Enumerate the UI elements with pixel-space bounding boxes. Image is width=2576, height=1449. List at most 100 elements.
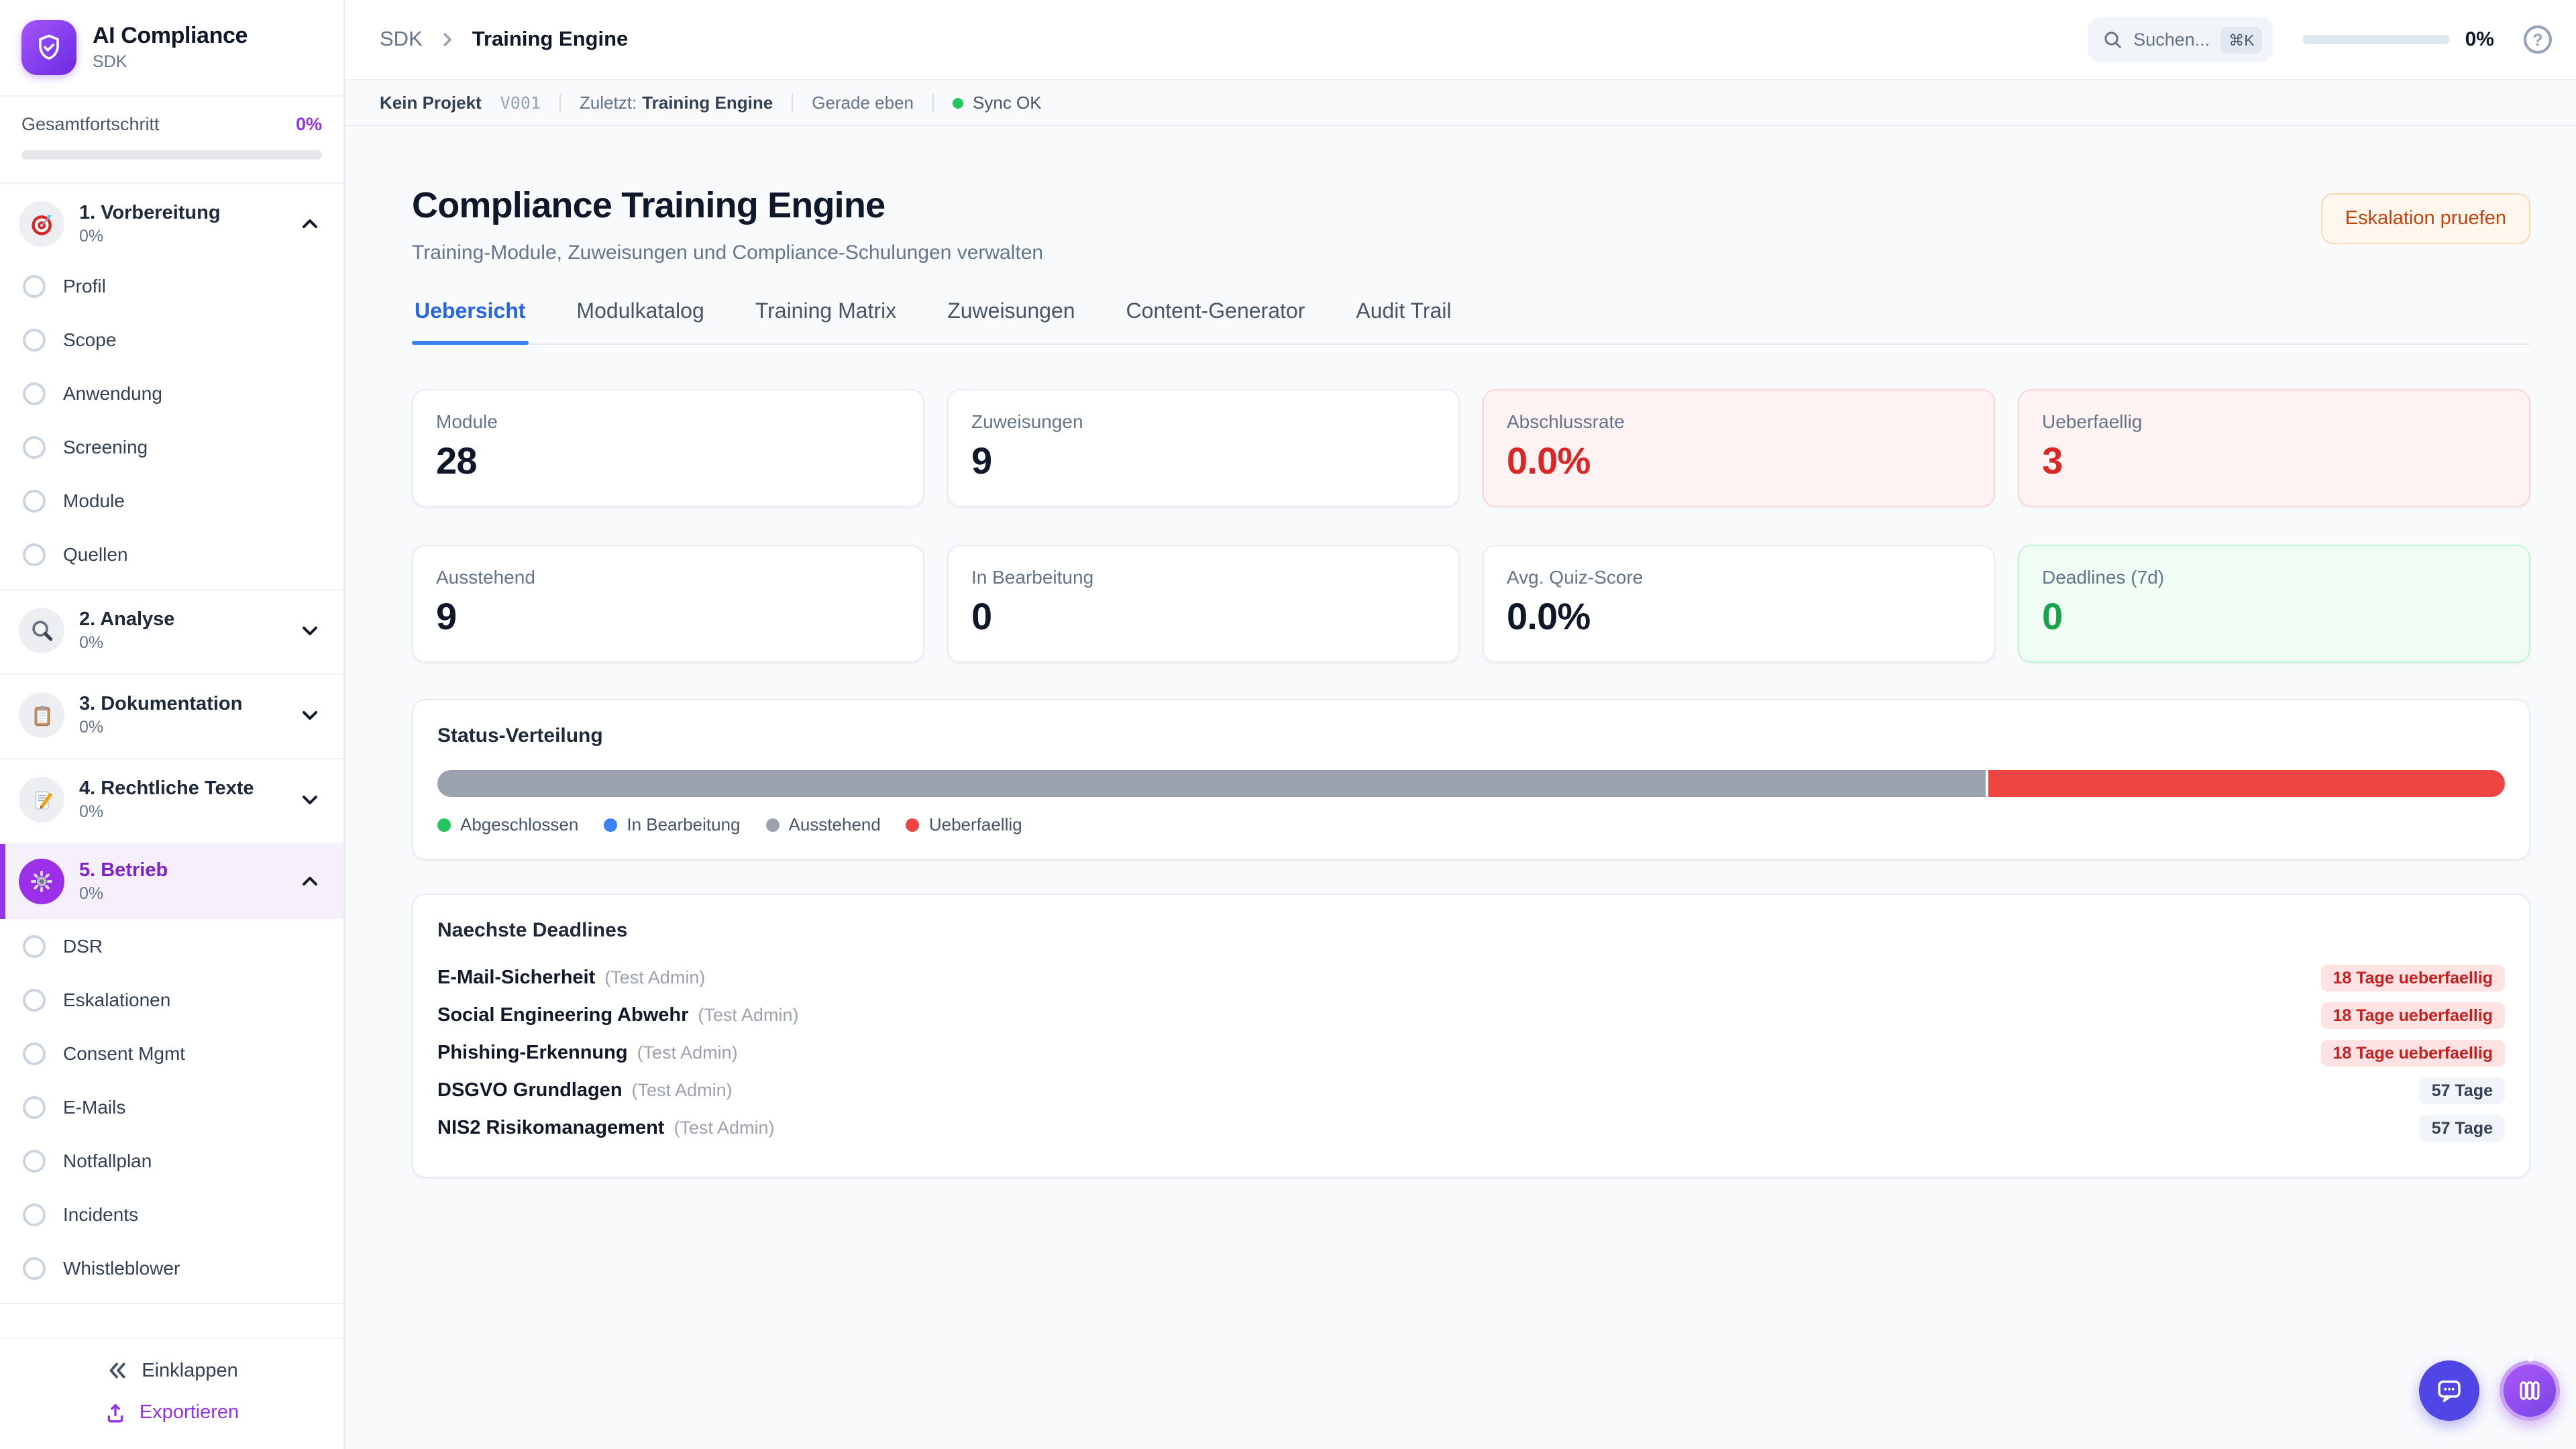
chat-fab-button[interactable] xyxy=(2419,1360,2479,1421)
nav-section-vorbereitung: 1. Vorbereitung 0% Profil Scope xyxy=(0,184,343,590)
overall-progress: Gesamtfortschritt 0% xyxy=(0,97,343,184)
last-label: Zuletzt: xyxy=(580,93,637,113)
section-header-dokumentation[interactable]: 3. Dokumentation 0% xyxy=(0,680,343,750)
stat-label: Ueberfaellig xyxy=(2042,411,2506,432)
project-status-bar: Kein Projekt V001 Zuletzt: Training Engi… xyxy=(345,80,2576,126)
stat-card: Ausstehend 9 xyxy=(412,545,924,663)
legend-dot-icon xyxy=(604,818,617,831)
tab-label: Content-Generator xyxy=(1126,301,1305,323)
section-percent: 0% xyxy=(79,634,174,653)
section-label: 2. Analyse xyxy=(79,608,174,631)
tab[interactable]: Modulkatalog xyxy=(574,301,706,343)
deadline-row[interactable]: Social Engineering Abwehr (Test Admin) 1… xyxy=(437,997,2505,1034)
deadline-row[interactable]: Phishing-Erkennung (Test Admin) 18 Tage … xyxy=(437,1034,2505,1072)
deadline-row[interactable]: E-Mail-Sicherheit (Test Admin) 18 Tage u… xyxy=(437,959,2505,997)
stat-value: 0 xyxy=(2042,596,2506,639)
sidebar-item-label: Quellen xyxy=(63,543,128,565)
distribution-title: Status-Verteilung xyxy=(437,724,2505,747)
status-circle-icon xyxy=(23,1203,46,1226)
kanban-fab-button[interactable] xyxy=(2500,1360,2560,1421)
deadline-badge: 18 Tage ueberfaellig xyxy=(2320,1002,2505,1029)
sidebar-item[interactable]: Quellen xyxy=(0,527,343,581)
sidebar-item[interactable]: DSR xyxy=(0,919,343,973)
project-name: Kein Projekt xyxy=(380,93,482,113)
section-percent: 0% xyxy=(79,227,221,246)
sidebar-item[interactable]: Whistleblower xyxy=(0,1241,343,1295)
stat-value: 0 xyxy=(971,596,1436,639)
status-circle-icon xyxy=(23,435,46,458)
deadlines-list: E-Mail-Sicherheit (Test Admin) 18 Tage u… xyxy=(437,959,2505,1147)
double-chevron-left-icon xyxy=(105,1359,128,1382)
deadline-assignee: (Test Admin) xyxy=(604,967,705,987)
deadline-module-name: Social Engineering Abwehr xyxy=(437,1005,688,1026)
section-label: 3. Dokumentation xyxy=(79,693,242,715)
sidebar: AI Compliance SDK Gesamtfortschritt 0% xyxy=(0,0,345,1449)
sidebar-item[interactable]: Screening xyxy=(0,420,343,474)
nav-section-dokumentation: 3. Dokumentation 0% xyxy=(0,675,343,759)
legend-label: In Bearbeitung xyxy=(627,814,740,835)
stat-label: Module xyxy=(436,411,900,432)
tab[interactable]: Uebersicht xyxy=(412,301,528,343)
sidebar-item[interactable]: Consent Mgmt xyxy=(0,1026,343,1080)
legend-item: Abgeschlossen xyxy=(437,814,578,835)
section-header-analyse[interactable]: 2. Analyse 0% xyxy=(0,596,343,665)
breadcrumb-current: Training Engine xyxy=(472,28,629,52)
sidebar-item[interactable]: Module xyxy=(0,474,343,527)
sidebar-item[interactable]: Profil xyxy=(0,259,343,313)
distribution-segment xyxy=(1989,770,2506,797)
collapse-sidebar-button[interactable]: Einklappen xyxy=(97,1358,246,1383)
sidebar-item[interactable]: Eskalationen xyxy=(0,973,343,1026)
legend-dot-icon xyxy=(437,818,451,831)
deadlines-title: Naechste Deadlines xyxy=(437,919,2505,942)
sidebar-item[interactable]: Anwendung xyxy=(0,366,343,420)
sidebar-item[interactable]: E-Mails xyxy=(0,1080,343,1134)
tab-label: Audit Trail xyxy=(1356,301,1451,323)
legend-item: In Bearbeitung xyxy=(604,814,740,835)
sidebar-item[interactable]: Scope xyxy=(0,313,343,366)
section-percent: 0% xyxy=(79,803,254,822)
sidebar-item[interactable]: Incidents xyxy=(0,1187,343,1241)
check-escalation-button[interactable]: Eskalation pruefen xyxy=(2321,193,2530,244)
deadline-module-name: NIS2 Risikomanagement xyxy=(437,1118,664,1139)
sidebar-item-label: Whistleblower xyxy=(63,1257,180,1279)
updated-time: Gerade eben xyxy=(812,93,914,113)
search-input[interactable]: Suchen... ⌘K xyxy=(2088,17,2273,62)
tab[interactable]: Content-Generator xyxy=(1124,301,1308,343)
stat-value: 9 xyxy=(436,596,900,639)
section-header-vorbereitung[interactable]: 1. Vorbereitung 0% xyxy=(0,189,343,259)
section-percent: 0% xyxy=(79,718,242,737)
stat-label: Abschlussrate xyxy=(1507,411,1971,432)
distribution-segment xyxy=(437,770,1986,797)
distribution-legend: Abgeschlossen In Bearbeitung Ausstehend xyxy=(437,814,2505,835)
stat-value: 0.0% xyxy=(1507,440,1971,483)
section-header-betrieb[interactable]: 5. Betrieb 0% xyxy=(0,844,343,919)
tab[interactable]: Zuweisungen xyxy=(945,301,1077,343)
deadline-row[interactable]: DSGVO Grundlagen (Test Admin) 57 Tage xyxy=(437,1072,2505,1110)
tab-label: Training Matrix xyxy=(755,301,896,323)
stat-label: Zuweisungen xyxy=(971,411,1436,432)
stat-card: Abschlussrate 0.0% xyxy=(1483,389,1995,507)
tab[interactable]: Training Matrix xyxy=(753,301,899,343)
tab[interactable]: Audit Trail xyxy=(1353,301,1454,343)
stat-card: Module 28 xyxy=(412,389,924,507)
section-percent: 0% xyxy=(79,885,168,904)
clipboard-icon xyxy=(19,692,64,738)
chevron-down-icon xyxy=(299,620,325,641)
app-subtitle: SDK xyxy=(93,53,248,72)
memo-pencil-icon xyxy=(19,777,64,822)
search-placeholder: Suchen... xyxy=(2133,30,2210,50)
sidebar-item-label: Module xyxy=(63,490,125,511)
section-header-rechtliche-texte[interactable]: 4. Rechtliche Texte 0% xyxy=(0,765,343,835)
deadline-row[interactable]: NIS2 Risikomanagement (Test Admin) 57 Ta… xyxy=(437,1110,2505,1147)
sidebar-item-label: Scope xyxy=(63,329,116,350)
breadcrumb-root[interactable]: SDK xyxy=(380,28,423,52)
stat-label: Deadlines (7d) xyxy=(2042,566,2506,588)
sidebar-nav: 1. Vorbereitung 0% Profil Scope xyxy=(0,184,343,1338)
deadline-assignee: (Test Admin) xyxy=(637,1042,738,1063)
export-button[interactable]: Exportieren xyxy=(97,1401,247,1425)
help-button[interactable]: ? xyxy=(2524,25,2552,54)
sidebar-item[interactable]: Notfallplan xyxy=(0,1134,343,1187)
sidebar-item-label: Anwendung xyxy=(63,382,162,404)
page-content: Compliance Training Engine Training-Modu… xyxy=(345,126,2576,1449)
status-circle-icon xyxy=(23,274,46,297)
